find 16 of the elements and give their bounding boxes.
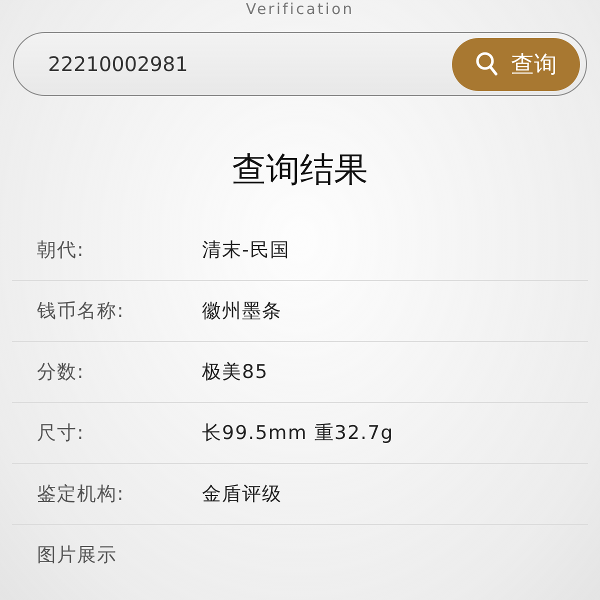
search-button[interactable]: 查询	[452, 38, 580, 90]
field-label: 钱币名称:	[37, 299, 126, 324]
result-title: 查询结果	[232, 149, 368, 192]
field-value: 徽州墨条	[202, 299, 282, 324]
field-value: 清末-民国	[202, 238, 290, 263]
field-value: 长99.5mm 重32.7g	[202, 421, 394, 446]
section-label: 图片展示	[37, 543, 118, 568]
field-label: 尺寸:	[37, 421, 86, 446]
search-field[interactable]: 22210002981 查询	[13, 32, 587, 96]
page-subtitle: Verification	[246, 0, 354, 18]
field-label: 鉴定机构:	[37, 482, 126, 507]
field-value: 金盾评级	[202, 482, 282, 507]
search-icon	[475, 51, 499, 77]
field-label: 朝代:	[37, 238, 86, 263]
field-value: 极美85	[202, 360, 268, 385]
field-label: 分数:	[37, 360, 86, 385]
